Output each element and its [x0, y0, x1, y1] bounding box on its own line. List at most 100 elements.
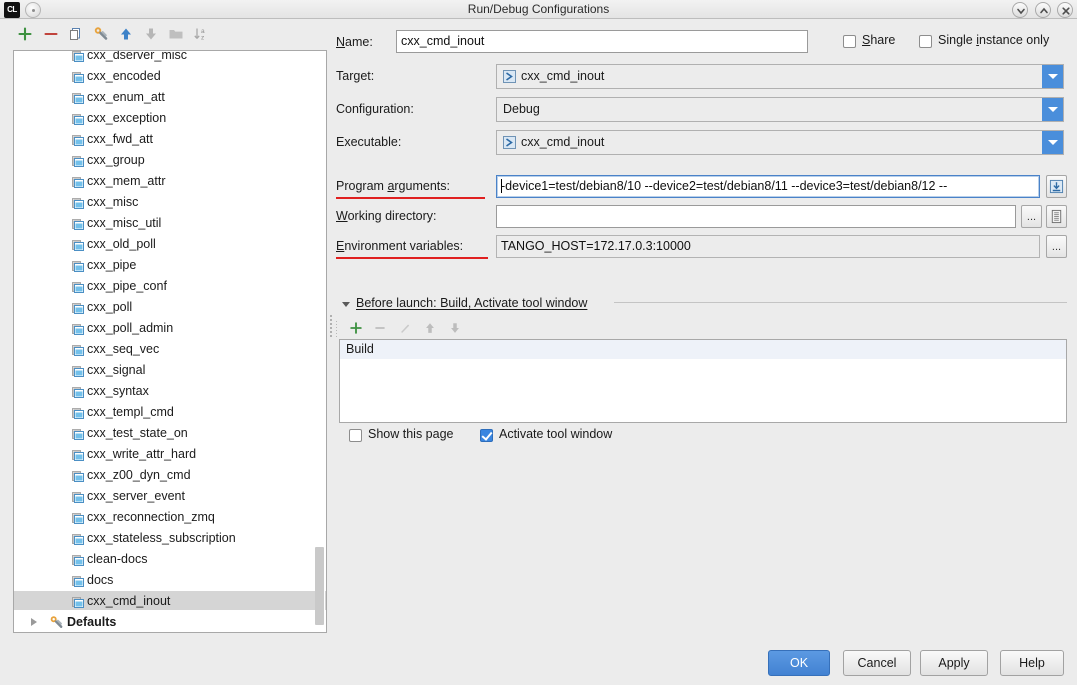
environment-variables-browse-button[interactable]: ...: [1046, 235, 1067, 258]
title-bar: CL Run/Debug Configurations: [0, 0, 1077, 19]
program-arguments-expand-button[interactable]: [1046, 175, 1067, 198]
environment-variables-label: Environment variables:: [336, 239, 463, 253]
working-directory-label: Working directory:: [336, 209, 437, 223]
tree-item[interactable]: cxx_stateless_subscription: [14, 528, 326, 549]
tree-item[interactable]: cxx_pipe_conf: [14, 276, 326, 297]
add-configuration-button[interactable]: [13, 22, 37, 46]
activate-tool-window-checkbox-box[interactable]: [480, 429, 493, 442]
tree-item[interactable]: cxx_test_state_on: [14, 423, 326, 444]
tree-item-label: cxx_poll_admin: [87, 321, 173, 335]
edit-task-button: [393, 317, 417, 339]
copy-configuration-button[interactable]: [64, 22, 88, 46]
chevron-down-icon[interactable]: [342, 302, 350, 307]
configuration-dropdown-arrow[interactable]: [1042, 98, 1063, 121]
tree-item[interactable]: cxx_poll: [14, 297, 326, 318]
executable-combobox[interactable]: cxx_cmd_inout: [496, 130, 1064, 155]
run-configuration-icon: [72, 385, 85, 397]
ok-button[interactable]: OK: [768, 650, 830, 676]
tree-item[interactable]: cxx_signal: [14, 360, 326, 381]
close-button[interactable]: [1057, 2, 1073, 18]
panel-splitter[interactable]: [330, 313, 334, 337]
working-directory-macros-button[interactable]: [1046, 205, 1067, 228]
name-input[interactable]: cxx_cmd_inout: [396, 30, 808, 53]
before-launch-toolbar-grip: [336, 319, 339, 339]
tree-item[interactable]: cxx_old_poll: [14, 234, 326, 255]
remove-configuration-button[interactable]: [39, 22, 63, 46]
tree-item[interactable]: cxx_misc: [14, 192, 326, 213]
tree-item-defaults[interactable]: Defaults: [14, 610, 326, 632]
run-target-icon: [503, 70, 516, 86]
tree-item-label: cxx_group: [87, 153, 145, 167]
before-launch-toolbar: [344, 317, 544, 339]
tree-item[interactable]: cxx_enum_att: [14, 87, 326, 108]
single-instance-label: Single instance only: [938, 33, 1049, 47]
configurations-tree-list: cxx_dserver_misccxx_encodedcxx_enum_attc…: [14, 50, 326, 612]
run-configuration-icon: [72, 448, 85, 460]
maximize-button[interactable]: [1035, 2, 1051, 18]
tree-scrollbar-track[interactable]: [316, 52, 325, 633]
working-directory-browse-button[interactable]: ...: [1021, 205, 1042, 228]
before-launch-task-item[interactable]: Build: [340, 340, 1066, 359]
executable-label: Executable:: [336, 135, 401, 149]
target-combobox[interactable]: cxx_cmd_inout: [496, 64, 1064, 89]
program-arguments-input[interactable]: -device1=test/debian8/10 --device2=test/…: [496, 175, 1040, 198]
before-launch-header[interactable]: Before launch: Build, Activate tool wind…: [342, 296, 587, 310]
add-task-button[interactable]: [344, 317, 368, 339]
tree-item[interactable]: cxx_group: [14, 150, 326, 171]
environment-variables-input[interactable]: TANGO_HOST=172.17.0.3:10000: [496, 235, 1040, 258]
name-label: Name:: [336, 35, 373, 49]
tree-item[interactable]: docs: [14, 570, 326, 591]
move-into-folder-button: [164, 22, 188, 46]
cancel-button[interactable]: Cancel: [843, 650, 911, 676]
remove-task-button: [368, 317, 392, 339]
dialog-button-bar: OK Cancel Apply Help: [0, 637, 1077, 685]
show-this-page-checkbox-box[interactable]: [349, 429, 362, 442]
tree-item[interactable]: cxx_encoded: [14, 66, 326, 87]
tree-item[interactable]: cxx_poll_admin: [14, 318, 326, 339]
executable-dropdown-arrow[interactable]: [1042, 131, 1063, 154]
edit-templates-button[interactable]: [89, 22, 113, 46]
executable-value: cxx_cmd_inout: [521, 131, 604, 154]
single-instance-checkbox-box[interactable]: [919, 35, 932, 48]
apply-button[interactable]: Apply: [920, 650, 988, 676]
tree-item[interactable]: clean-docs: [14, 549, 326, 570]
tree-item-selected[interactable]: cxx_cmd_inout: [14, 591, 326, 612]
show-this-page-label: Show this page: [368, 427, 453, 441]
run-configuration-icon: [72, 217, 85, 229]
svg-text:z: z: [201, 35, 204, 42]
target-dropdown-arrow[interactable]: [1042, 65, 1063, 88]
tree-item-label: cxx_pipe_conf: [87, 279, 167, 293]
configuration-combobox[interactable]: Debug: [496, 97, 1064, 122]
tree-item-label: cxx_pipe: [87, 258, 136, 272]
configurations-tree[interactable]: cxx_dserver_misccxx_encodedcxx_enum_attc…: [13, 50, 327, 633]
program-arguments-value: -device1=test/debian8/10 --device2=test/…: [501, 179, 947, 193]
tree-item[interactable]: cxx_server_event: [14, 486, 326, 507]
tree-item[interactable]: cxx_mem_attr: [14, 171, 326, 192]
tree-item-label: cxx_server_event: [87, 489, 185, 503]
tree-item[interactable]: cxx_templ_cmd: [14, 402, 326, 423]
tree-item[interactable]: cxx_fwd_att: [14, 129, 326, 150]
configurations-toolbar: a z: [0, 19, 330, 51]
run-configuration-icon: [72, 469, 85, 481]
tree-item[interactable]: cxx_dserver_misc: [14, 50, 326, 66]
tree-item-label: cxx_misc: [87, 195, 138, 209]
tree-item[interactable]: cxx_reconnection_zmq: [14, 507, 326, 528]
tree-item-label: cxx_encoded: [87, 69, 161, 83]
run-configuration-icon: [72, 364, 85, 376]
tree-item[interactable]: cxx_exception: [14, 108, 326, 129]
before-launch-task-list[interactable]: Build: [339, 339, 1067, 423]
tree-item[interactable]: cxx_write_attr_hard: [14, 444, 326, 465]
run-configuration-icon: [72, 259, 85, 271]
tree-item[interactable]: cxx_syntax: [14, 381, 326, 402]
tree-item[interactable]: cxx_misc_util: [14, 213, 326, 234]
move-up-button[interactable]: [114, 22, 138, 46]
tree-item[interactable]: cxx_pipe: [14, 255, 326, 276]
tree-scrollbar-thumb[interactable]: [315, 547, 324, 625]
tree-item[interactable]: cxx_z00_dyn_cmd: [14, 465, 326, 486]
working-directory-input[interactable]: [496, 205, 1016, 228]
share-checkbox-box[interactable]: [843, 35, 856, 48]
help-button[interactable]: Help: [1000, 650, 1064, 676]
minimize-button[interactable]: [1012, 2, 1028, 18]
move-down-button: [139, 22, 163, 46]
tree-item[interactable]: cxx_seq_vec: [14, 339, 326, 360]
